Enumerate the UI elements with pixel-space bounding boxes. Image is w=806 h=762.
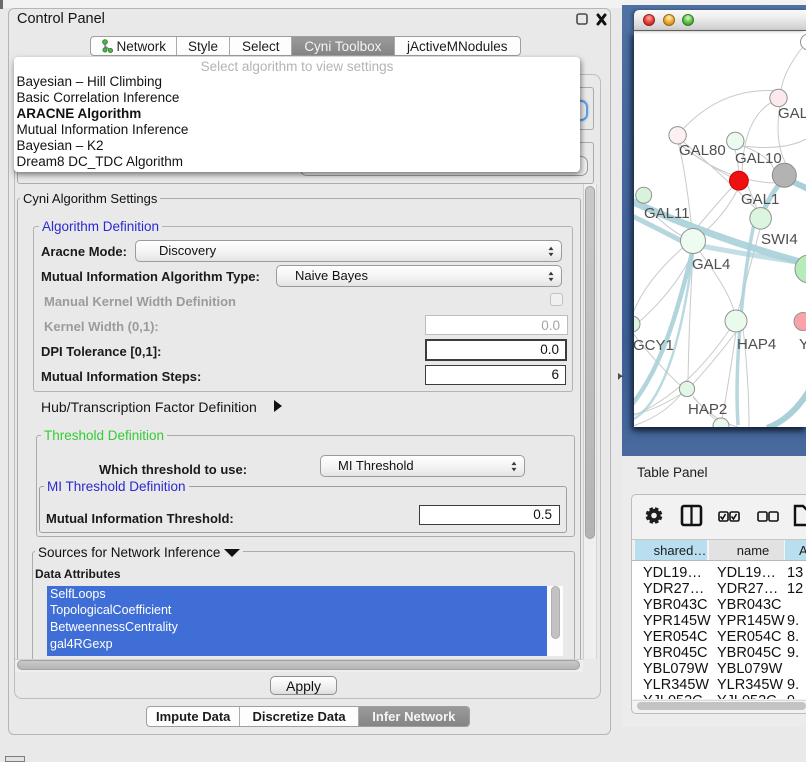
svg-text:GAL10: GAL10 (735, 150, 782, 167)
svg-text:GAL2: GAL2 (778, 105, 806, 122)
svg-text:SWI4: SWI4 (761, 231, 798, 248)
svg-text:GAL80: GAL80 (679, 142, 726, 159)
svg-text:GAL4: GAL4 (692, 256, 730, 273)
svg-text:GAL1: GAL1 (741, 191, 779, 208)
svg-text:GAL11: GAL11 (644, 205, 690, 222)
svg-text:HAP4: HAP4 (737, 336, 776, 353)
svg-text:GCY1: GCY1 (634, 337, 674, 354)
svg-text:HAP2: HAP2 (688, 401, 727, 418)
svg-text:Y: Y (799, 336, 806, 353)
